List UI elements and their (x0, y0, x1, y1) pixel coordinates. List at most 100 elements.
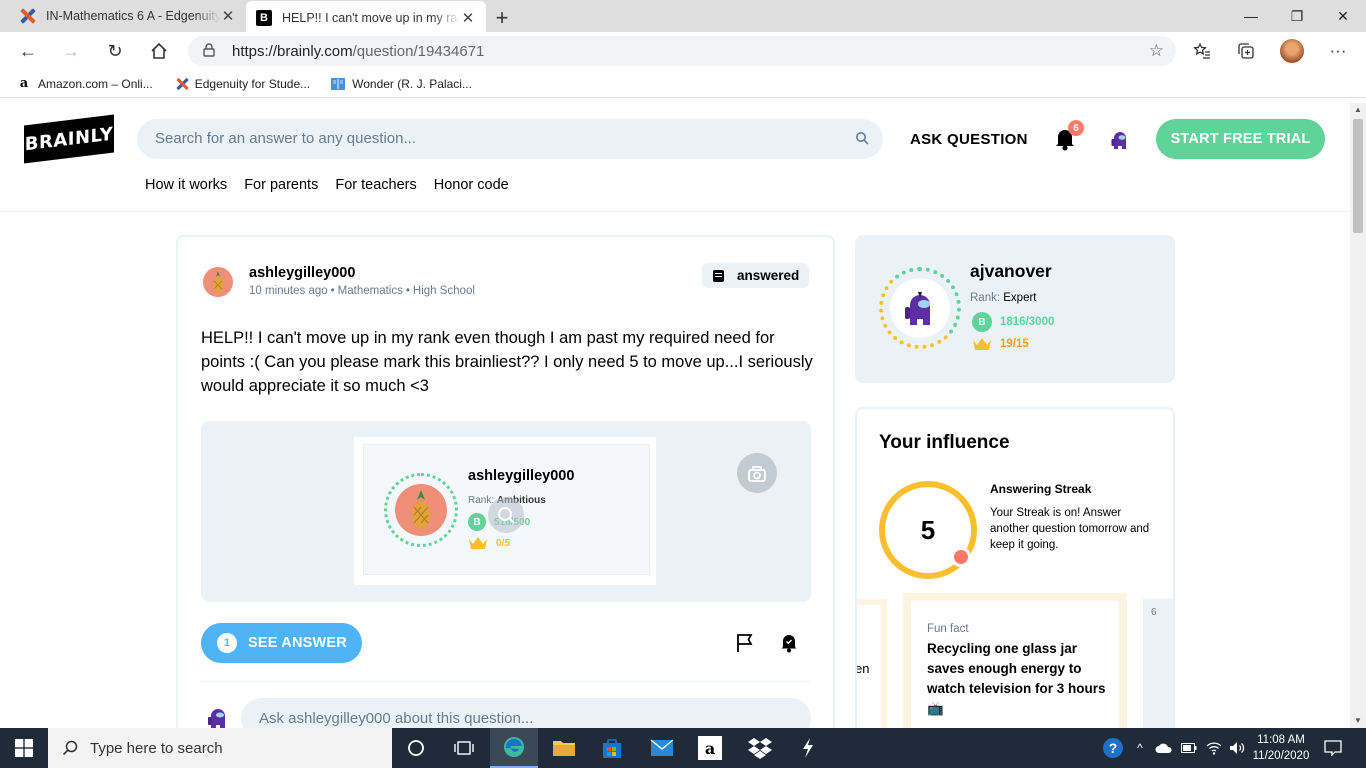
profile-rank: Rank: Expert (970, 292, 1037, 304)
close-tab-icon[interactable]: ✕ (220, 7, 236, 25)
brainly-logo[interactable]: BRAINLY (24, 114, 114, 164)
zoom-icon[interactable] (488, 497, 524, 533)
fire-icon (951, 547, 971, 567)
nav-for-parents[interactable]: For parents (244, 177, 318, 193)
profile-brainliest: 19/15 (972, 336, 1029, 352)
fun-fact-label: Fun fact (927, 623, 969, 635)
store-icon[interactable] (588, 728, 636, 768)
start-free-trial-button[interactable]: START FREE TRIAL (1156, 119, 1325, 159)
forward-button[interactable]: → (60, 40, 82, 62)
taskbar-search[interactable]: Type here to search (48, 728, 392, 768)
refresh-button[interactable]: ↻ (104, 40, 126, 62)
home-icon (151, 42, 167, 59)
restore-button[interactable]: ❐ (1274, 0, 1320, 32)
header-divider (0, 211, 1350, 212)
nav-honor-code[interactable]: Honor code (434, 177, 509, 193)
more-menu-icon[interactable]: ··· (1328, 41, 1348, 61)
clock-time: 11:08 AM (1257, 734, 1305, 746)
bookmark-edgenuity[interactable]: Edgenuity for Stude... (173, 76, 310, 92)
favorites-icon[interactable] (1192, 41, 1212, 61)
nav-how-it-works[interactable]: How it works (145, 177, 227, 193)
ask-question-button[interactable]: ASK QUESTION (910, 131, 1028, 148)
cortana-icon[interactable] (392, 728, 440, 768)
profile-avatar[interactable] (1280, 39, 1304, 63)
taskbar-clock[interactable]: 11:08 AM 11/20/2020 (1250, 732, 1312, 764)
question-attachment[interactable]: ashleygilley000 Rank: Ambitious B518/500… (201, 421, 811, 602)
streak-ring: 5 (879, 481, 977, 579)
bookmark-wonder[interactable]: Wonder (R. J. Palaci... (330, 76, 472, 92)
crown-icon (973, 338, 991, 350)
file-explorer-icon[interactable] (540, 728, 588, 768)
follow-bell-icon[interactable] (780, 633, 798, 653)
start-button[interactable] (0, 728, 48, 768)
close-window-button[interactable]: ✕ (1320, 0, 1366, 32)
wifi-icon[interactable] (1203, 728, 1225, 768)
attachment-image[interactable]: ashleygilley000 Rank: Ambitious B518/500… (354, 437, 656, 585)
onedrive-icon[interactable] (1153, 728, 1175, 768)
url-field[interactable]: https://brainly.com/question/19434671 ☆ (188, 36, 1176, 66)
lock-icon (203, 43, 215, 57)
carousel-next-card[interactable]: 6 (1143, 599, 1173, 728)
volume-icon[interactable] (1226, 728, 1248, 768)
edgenuity-favicon-icon (173, 76, 189, 92)
help-icon[interactable]: ? (1100, 728, 1126, 768)
level-link[interactable]: High School (413, 285, 475, 297)
battery-icon[interactable] (1178, 728, 1200, 768)
back-button[interactable]: ← (17, 40, 39, 62)
question-meta: 10 minutes ago • Mathematics • High School (249, 285, 475, 297)
profile-avatar-ring[interactable] (879, 267, 961, 349)
brainly-points-icon: B (468, 513, 486, 531)
pineapple-icon (412, 490, 430, 529)
edge-taskbar-icon[interactable] (490, 728, 538, 768)
see-answer-button[interactable]: 1 SEE ANSWER (201, 623, 362, 663)
subject-link[interactable]: Mathematics (338, 285, 403, 297)
brainly-favicon-icon: B (256, 9, 272, 26)
close-tab-icon[interactable]: ✕ (460, 9, 476, 27)
amazon-favicon-icon: a (19, 76, 29, 91)
minimize-button[interactable]: — (1228, 0, 1274, 32)
asker-username[interactable]: ashleygilley000 (249, 265, 355, 281)
scroll-up-arrow[interactable]: ▲ (1350, 103, 1366, 117)
camera-icon (748, 466, 766, 482)
amazon-taskbar-icon[interactable]: a (686, 728, 734, 768)
search-placeholder: Search for an answer to any question... (155, 130, 416, 147)
page-scrollbar[interactable]: ▲ ▼ (1350, 103, 1366, 728)
scroll-thumb[interactable] (1353, 119, 1363, 233)
search-input[interactable]: Search for an answer to any question... (137, 119, 883, 159)
user-avatar-icon[interactable] (1110, 129, 1130, 151)
amongus-avatar-icon (905, 292, 930, 325)
windows-logo-icon (15, 739, 33, 757)
app-lightning-icon[interactable] (784, 728, 832, 768)
favorite-star-icon[interactable]: ☆ (1149, 41, 1164, 61)
home-button[interactable] (148, 40, 170, 62)
nav-for-teachers[interactable]: For teachers (335, 177, 416, 193)
tab-edgenuity[interactable]: IN-Mathematics 6 A - Edgenuity ✕ (8, 0, 246, 32)
document-icon (713, 269, 724, 282)
fun-fact-text: Recycling one glass jar saves enough ene… (927, 641, 1106, 716)
asker-avatar[interactable] (203, 267, 233, 297)
crown-icon (469, 537, 487, 549)
mail-icon[interactable] (638, 728, 686, 768)
profile-username[interactable]: ajvanover (970, 261, 1052, 282)
search-icon[interactable] (855, 131, 869, 145)
bookmark-label: Wonder (R. J. Palaci... (352, 76, 472, 91)
svg-text:?: ? (1109, 740, 1118, 756)
tab-title: HELP!! I can't move up in my rank even t… (282, 10, 460, 25)
scroll-down-arrow[interactable]: ▼ (1350, 714, 1366, 728)
new-tab-button[interactable]: + (492, 5, 512, 31)
bookmark-amazon[interactable]: a Amazon.com – Onli... (16, 76, 153, 92)
collections-icon[interactable] (1236, 41, 1256, 61)
carousel-prev-card[interactable]: en (857, 599, 887, 728)
task-view-icon[interactable] (440, 728, 488, 768)
windows-taskbar: Type here to search a ? ^ 11:08 AM 11/20… (0, 728, 1366, 768)
tab-brainly[interactable]: B HELP!! I can't move up in my rank even… (246, 1, 486, 34)
flag-icon[interactable] (736, 633, 754, 653)
dropbox-icon[interactable] (736, 728, 784, 768)
influence-card: Your influence 5 Answering Streak Your S… (855, 407, 1175, 728)
camera-button[interactable] (737, 453, 777, 493)
question-time: 10 minutes ago (249, 285, 328, 297)
comment-input[interactable]: Ask ashleygilley000 about this question.… (241, 698, 811, 728)
chevron-up-icon[interactable]: ^ (1130, 728, 1150, 768)
brainly-page: BRAINLY Search for an answer to any ques… (0, 103, 1350, 728)
notifications-icon[interactable] (1320, 728, 1346, 768)
